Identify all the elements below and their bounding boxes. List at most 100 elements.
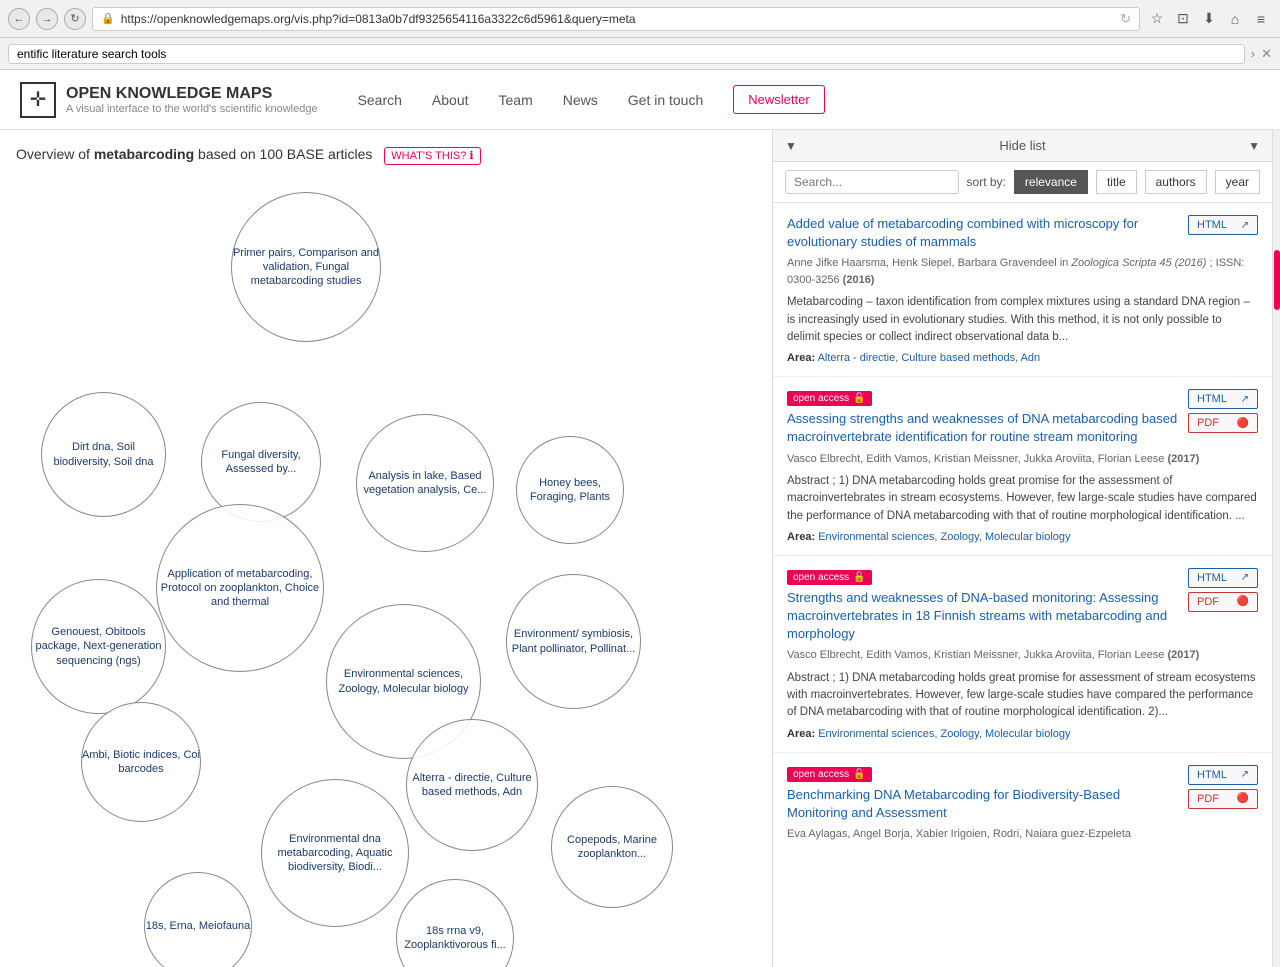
nav-search[interactable]: Search xyxy=(358,92,402,108)
article-actions: HTML ↗ xyxy=(1188,215,1258,235)
newsletter-button[interactable]: Newsletter xyxy=(733,85,824,114)
main-content: Overview of metabarcoding based on 100 B… xyxy=(0,130,1280,967)
download-icon[interactable]: ⬇ xyxy=(1198,8,1220,30)
sort-relevance-button[interactable]: relevance xyxy=(1014,170,1088,194)
bubble-honey-bees[interactable]: Honey bees, Foraging, Plants xyxy=(516,436,624,544)
search-close-icon[interactable]: ✕ xyxy=(1261,46,1272,62)
address-bar[interactable]: 🔒 https://openknowledgemaps.org/vis.php?… xyxy=(92,7,1140,31)
open-lock-icon: 🔓 xyxy=(853,769,865,780)
open-lock-icon: 🔓 xyxy=(853,393,865,404)
logo[interactable]: ✛ OPEN KNOWLEDGE MAPS A visual interface… xyxy=(20,82,318,118)
bubble-18s-rrna[interactable]: 18s rrna v9, Zooplanktivorous fi... xyxy=(396,879,514,967)
html-button[interactable]: HTML ↗ xyxy=(1188,765,1258,785)
nav-get-in-touch[interactable]: Get in touch xyxy=(628,92,704,108)
html-button[interactable]: HTML ↗ xyxy=(1188,568,1258,588)
bubble-dirt-dna[interactable]: Dirt dna, Soil biodiversity, Soil dna xyxy=(41,392,166,517)
viz-panel: Overview of metabarcoding based on 100 B… xyxy=(0,130,772,967)
area-tag[interactable]: Zoology xyxy=(940,728,978,740)
bubble-ambi[interactable]: Ambi, Biotic indices, Coi barcodes xyxy=(81,702,201,822)
scrollbar-thumb[interactable] xyxy=(1274,250,1280,310)
external-link-icon: ↗ xyxy=(1241,220,1249,231)
nav-news[interactable]: News xyxy=(563,92,598,108)
forward-button[interactable]: → xyxy=(36,8,58,30)
expand-triangle-icon[interactable]: ▼ xyxy=(1248,139,1260,153)
list-header: ▼ Hide list ▼ xyxy=(773,130,1272,162)
main-nav: ✛ OPEN KNOWLEDGE MAPS A visual interface… xyxy=(0,70,1280,130)
sort-title-button[interactable]: title xyxy=(1096,170,1137,194)
article-actions: HTML ↗ PDF 🔴 xyxy=(1188,389,1258,433)
article-area: Area: Environmental sciences, Zoology, M… xyxy=(787,728,1258,740)
nav-links: Search About Team News Get in touch News… xyxy=(358,85,1260,114)
open-access-label: open access xyxy=(793,572,849,583)
viz-title: Overview of metabarcoding based on 100 B… xyxy=(16,146,756,162)
bubble-18s-erna[interactable]: 18s, Erna, Meiofauna xyxy=(144,872,252,967)
browser-search-input[interactable] xyxy=(8,44,1245,64)
browser-search-bar: › ✕ xyxy=(0,38,1280,70)
area-tag[interactable]: Molecular biology xyxy=(985,531,1071,543)
whats-this-button[interactable]: WHAT'S THIS? ℹ xyxy=(384,147,480,165)
area-tag[interactable]: Environmental sciences xyxy=(818,531,934,543)
refresh-button[interactable]: ↻ xyxy=(64,8,86,30)
pdf-button[interactable]: PDF 🔴 xyxy=(1188,413,1258,433)
article-item: HTML ↗ PDF 🔴 open access 🔓 Benchmarking … xyxy=(773,753,1272,861)
bubble-environment-symbiosis[interactable]: Environment/ symbiosis, Plant pollinator… xyxy=(506,574,641,709)
pdf-icon: 🔴 xyxy=(1237,596,1249,607)
article-meta: Vasco Elbrecht, Edith Vamos, Kristian Me… xyxy=(787,451,1258,468)
nav-team[interactable]: Team xyxy=(499,92,533,108)
browser-chrome: ← → ↻ 🔒 https://openknowledgemaps.org/vi… xyxy=(0,0,1280,38)
viz-keyword: metabarcoding xyxy=(94,146,194,162)
area-tag[interactable]: Alterra - directie xyxy=(818,352,896,364)
area-tag[interactable]: Zoology xyxy=(940,531,978,543)
nav-about[interactable]: About xyxy=(432,92,469,108)
area-tag[interactable]: Molecular biology xyxy=(985,728,1071,740)
viz-title-prefix: Overview of xyxy=(16,146,94,162)
list-search-input[interactable] xyxy=(785,170,959,194)
menu-icon[interactable]: ≡ xyxy=(1250,8,1272,30)
bookmark-star-icon[interactable]: ☆ xyxy=(1146,8,1168,30)
pdf-icon: 🔴 xyxy=(1237,793,1249,804)
info-icon: ℹ xyxy=(469,150,473,162)
list-controls: sort by: relevance title authors year xyxy=(773,162,1272,203)
area-tag[interactable]: Environmental sciences xyxy=(818,728,934,740)
pdf-button[interactable]: PDF 🔴 xyxy=(1188,592,1258,612)
search-go-icon[interactable]: › xyxy=(1251,46,1255,61)
article-abstract: Metabarcoding – taxon identification fro… xyxy=(787,294,1258,346)
reload-icon[interactable]: ↻ xyxy=(1120,11,1131,27)
pdf-button[interactable]: PDF 🔴 xyxy=(1188,789,1258,809)
article-actions: HTML ↗ PDF 🔴 xyxy=(1188,765,1258,809)
back-button[interactable]: ← xyxy=(8,8,30,30)
scrollbar-track[interactable] xyxy=(1272,130,1280,967)
html-button[interactable]: HTML ↗ xyxy=(1188,389,1258,409)
bubble-application-metabarcoding[interactable]: Application of metabarcoding, Protocol o… xyxy=(156,504,324,672)
article-meta: Vasco Elbrecht, Edith Vamos, Kristian Me… xyxy=(787,647,1258,664)
sort-authors-button[interactable]: authors xyxy=(1145,170,1207,194)
collapse-triangle-icon[interactable]: ▼ xyxy=(785,139,797,153)
article-area: Area: Environmental sciences, Zoology, M… xyxy=(787,531,1258,543)
article-item: HTML ↗ PDF 🔴 open access 🔓 Strengths and… xyxy=(773,556,1272,753)
bubble-fungal-diversity[interactable]: Fungal diversity, Assessed by... xyxy=(201,402,321,522)
viz-title-suffix: based on 100 BASE articles xyxy=(194,146,372,162)
sort-year-button[interactable]: year xyxy=(1215,170,1260,194)
article-item: HTML ↗ PDF 🔴 open access 🔓 Assessing str… xyxy=(773,377,1272,556)
external-link-icon: ↗ xyxy=(1241,394,1249,405)
whats-this-label: WHAT'S THIS? xyxy=(391,150,466,162)
reader-icon[interactable]: ⊡ xyxy=(1172,8,1194,30)
bubble-env-dna[interactable]: Environmental dna metabarcoding, Aquatic… xyxy=(261,779,409,927)
hide-list-button[interactable]: Hide list xyxy=(999,138,1045,153)
home-icon[interactable]: ⌂ xyxy=(1224,8,1246,30)
open-access-label: open access xyxy=(793,769,849,780)
article-actions: HTML ↗ PDF 🔴 xyxy=(1188,568,1258,612)
bubble-copepods[interactable]: Copepods, Marine zooplankton... xyxy=(551,786,673,908)
bubble-alterra[interactable]: Alterra - directie, Culture based method… xyxy=(406,719,538,851)
html-button[interactable]: HTML ↗ xyxy=(1188,215,1258,235)
area-tag[interactable]: Culture based methods xyxy=(901,352,1015,364)
bubble-analysis-lake[interactable]: Analysis in lake, Based vegetation analy… xyxy=(356,414,494,552)
bubble-map: Primer pairs, Comparison and validation,… xyxy=(16,174,756,939)
bubble-genouest[interactable]: Genouest, Obitools package, Next-generat… xyxy=(31,579,166,714)
open-access-label: open access xyxy=(793,393,849,404)
url-text: https://openknowledgemaps.org/vis.php?id… xyxy=(121,12,1114,26)
open-access-badge: open access 🔓 xyxy=(787,391,872,406)
external-link-icon: ↗ xyxy=(1241,572,1249,583)
bubble-primer-pairs[interactable]: Primer pairs, Comparison and validation,… xyxy=(231,192,381,342)
area-tag[interactable]: Adn xyxy=(1021,352,1041,364)
